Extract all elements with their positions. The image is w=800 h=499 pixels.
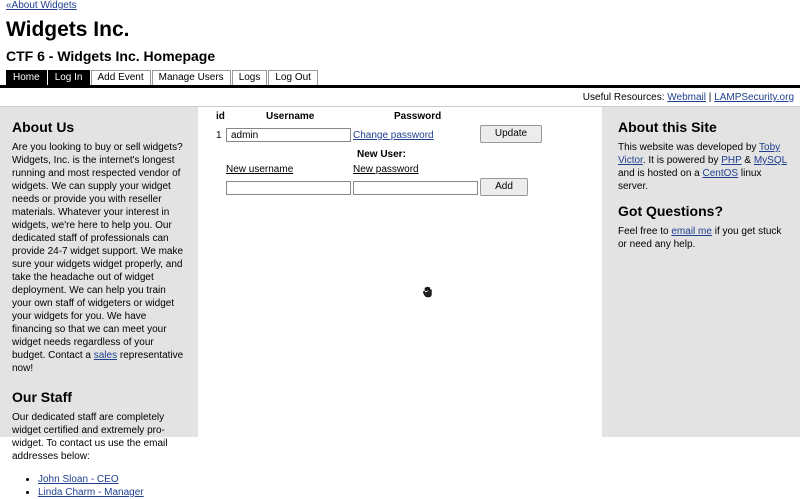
- resources-bar: Useful Resources: Webmail | LAMPSecurity…: [0, 88, 800, 107]
- change-password-link[interactable]: Change password: [353, 130, 434, 141]
- new-password-input[interactable]: [353, 181, 478, 195]
- lampsecurity-link[interactable]: LAMPSecurity.org: [714, 92, 794, 103]
- webmail-link[interactable]: Webmail: [667, 92, 706, 103]
- questions-heading: Got Questions?: [618, 203, 723, 219]
- about-widgets-link[interactable]: «About Widgets: [6, 0, 77, 11]
- username-input[interactable]: [226, 128, 351, 142]
- centos-link[interactable]: CentOS: [703, 168, 739, 179]
- about-us-text: Are you looking to buy or sell widgets? …: [12, 142, 184, 374]
- sales-link[interactable]: sales: [94, 350, 117, 361]
- tab-add-event[interactable]: Add Event: [90, 70, 151, 86]
- staff-link-john-sloan[interactable]: John Sloan - CEO: [38, 474, 119, 485]
- tab-log-in[interactable]: Log In: [47, 70, 90, 86]
- username-column-header: Username: [266, 111, 315, 122]
- our-staff-heading: Our Staff: [12, 389, 72, 405]
- tab-logs[interactable]: Logs: [231, 70, 268, 86]
- questions-text: Feel free to email me if you get stuck o…: [618, 226, 782, 250]
- php-link[interactable]: PHP: [721, 155, 741, 166]
- page-subtitle: CTF 6 - Widgets Inc. Homepage: [6, 48, 216, 64]
- nav-tabs: Home Log In Add Event Manage Users Logs …: [6, 70, 319, 86]
- staff-list: John Sloan - CEO Linda Charm - Manager: [12, 473, 186, 499]
- new-password-label: New password: [353, 164, 419, 175]
- left-sidebar: About Us Are you looking to buy or sell …: [0, 107, 198, 498]
- our-staff-text: Our dedicated staff are completely widge…: [12, 412, 168, 462]
- tab-log-out[interactable]: Log Out: [268, 70, 318, 86]
- resources-separator: |: [706, 92, 715, 103]
- resources-label: Useful Resources:: [582, 92, 665, 103]
- email-me-link[interactable]: email me: [671, 226, 712, 237]
- id-column-header: id: [216, 111, 225, 122]
- about-us-heading: About Us: [12, 119, 75, 135]
- manage-users-panel: id Username Password 1 Change password U…: [208, 107, 598, 437]
- right-sidebar: About this Site This website was develop…: [602, 107, 800, 437]
- about-site-text: This website was developed by Toby Victo…: [618, 142, 787, 192]
- mysql-link[interactable]: MySQL: [754, 155, 787, 166]
- tab-manage-users[interactable]: Manage Users: [151, 70, 231, 86]
- password-column-header: Password: [394, 111, 442, 122]
- add-button[interactable]: Add: [480, 178, 528, 196]
- staff-link-linda-charm[interactable]: Linda Charm - Manager: [38, 487, 144, 498]
- about-site-heading: About this Site: [618, 119, 717, 135]
- hand-cursor-icon: [423, 286, 432, 298]
- tab-home[interactable]: Home: [6, 70, 47, 86]
- new-username-label: New username: [226, 164, 294, 175]
- update-button[interactable]: Update: [480, 125, 542, 143]
- user-id-cell: 1: [216, 130, 222, 141]
- list-item: John Sloan - CEO: [38, 473, 186, 486]
- new-user-heading: New User:: [357, 149, 406, 160]
- site-title: Widgets Inc.: [6, 18, 130, 41]
- list-item: Linda Charm - Manager: [38, 486, 186, 499]
- new-username-input[interactable]: [226, 181, 351, 195]
